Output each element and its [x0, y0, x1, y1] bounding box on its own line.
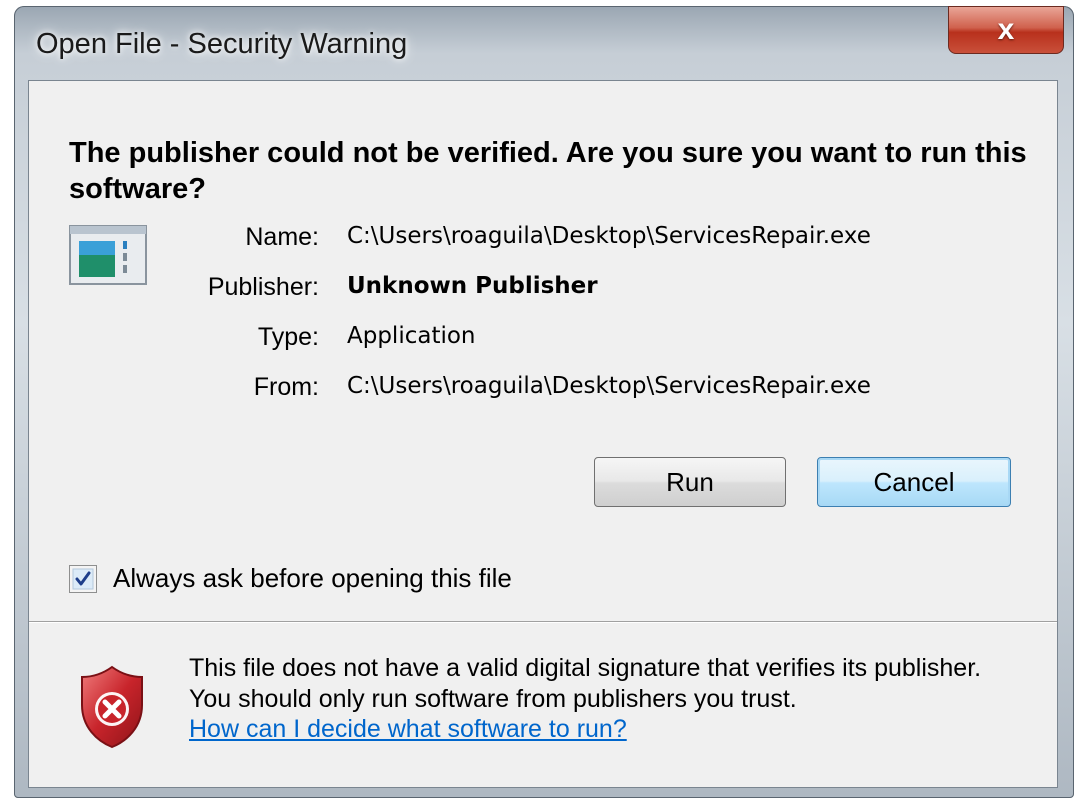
- close-icon: x: [997, 13, 1015, 46]
- shield-error-icon: [81, 665, 143, 749]
- publisher-value: Unknown Publisher: [347, 273, 598, 299]
- help-link[interactable]: How can I decide what software to run?: [189, 715, 627, 744]
- publisher-label: Publisher:: [207, 273, 319, 301]
- divider: [29, 621, 1057, 623]
- checkmark-icon: [72, 568, 94, 590]
- close-button[interactable]: x: [948, 6, 1064, 54]
- type-value: Application: [347, 323, 476, 349]
- security-warning-dialog: Open File - Security Warning x The publi…: [14, 6, 1074, 798]
- from-label: From:: [253, 373, 319, 401]
- info-row-name: Name: C:\Users\roaguila\Desktop\Services…: [29, 223, 1029, 263]
- warning-text: This file does not have a valid digital …: [189, 654, 982, 713]
- info-row-type: Type: Application: [29, 323, 1029, 363]
- prompt-heading: The publisher could not be verified. Are…: [69, 137, 1027, 205]
- always-ask-checkbox[interactable]: [69, 565, 97, 593]
- run-button[interactable]: Run: [594, 457, 786, 507]
- cancel-button[interactable]: Cancel: [817, 457, 1011, 507]
- from-value: C:\Users\roaguila\Desktop\ServicesRepair…: [347, 373, 871, 399]
- window-title: Open File - Security Warning: [36, 28, 408, 60]
- title-bar[interactable]: Open File - Security Warning x: [14, 6, 1074, 78]
- dialog-body: The publisher could not be verified. Are…: [28, 80, 1058, 788]
- info-row-from: From: C:\Users\roaguila\Desktop\Services…: [29, 373, 1029, 413]
- type-label: Type:: [257, 323, 319, 351]
- name-value: C:\Users\roaguila\Desktop\ServicesRepair…: [347, 223, 871, 249]
- always-ask-label[interactable]: Always ask before opening this file: [113, 563, 512, 594]
- name-label: Name:: [245, 223, 319, 251]
- info-row-publisher: Publisher: Unknown Publisher: [29, 273, 1029, 313]
